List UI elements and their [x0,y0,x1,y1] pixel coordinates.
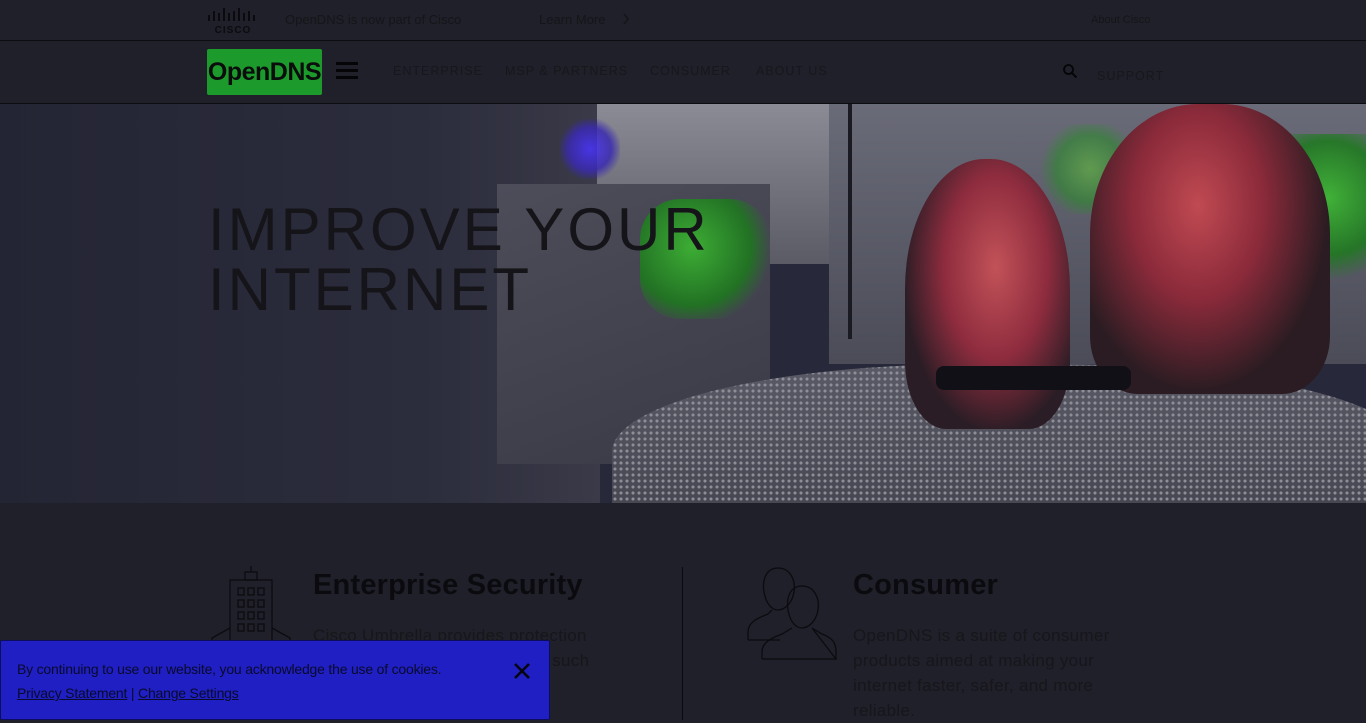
opendns-logo[interactable]: OpenDNS [207,49,322,95]
cookie-message: By continuing to use our website, you ac… [17,661,442,677]
hero-title-line-2: INTERNET [208,256,532,323]
hero-person-mother [1090,104,1330,394]
svg-text:CISCO: CISCO [215,25,252,35]
nav-item-about-us[interactable]: ABOUT US [756,64,828,78]
cookie-text: By continuing to use our website, you ac… [17,657,477,705]
hero-decor [560,119,620,179]
cookie-link-separator: | [127,685,139,701]
section-divider [682,567,683,720]
about-cisco-link[interactable]: About Cisco [1091,14,1150,26]
privacy-statement-link[interactable]: Privacy Statement [17,685,127,701]
change-settings-link[interactable]: Change Settings [138,685,239,701]
nav-item-enterprise[interactable]: ENTERPRISE [393,64,483,78]
chevron-right-icon[interactable] [622,13,630,25]
hamburger-icon[interactable] [336,62,358,80]
enterprise-title[interactable]: Enterprise Security [313,569,583,602]
people-icon [747,567,837,660]
cisco-logo[interactable]: CISCO [207,7,259,35]
nav-item-msp-partners[interactable]: MSP & PARTNERS [505,64,628,78]
hero-window-divider [848,104,852,339]
consumer-title[interactable]: Consumer [853,569,998,602]
nav-item-consumer[interactable]: CONSUMER [650,64,731,78]
hero-banner: IMPROVE YOUR INTERNET [0,104,1366,503]
nav-item-support[interactable]: SUPPORT [1097,69,1164,83]
main-nav: OpenDNS ENTERPRISE MSP & PARTNERS CONSUM… [0,41,1366,104]
topbar-message: OpenDNS is now part of Cisco [285,12,462,27]
cisco-top-bar: CISCO OpenDNS is now part of Cisco Learn… [0,0,1366,41]
learn-more-link[interactable]: Learn More [539,12,605,27]
hero-title-line-1: IMPROVE YOUR [208,196,710,263]
search-icon[interactable] [1062,63,1078,79]
close-icon[interactable] [512,661,532,681]
consumer-description: OpenDNS is a suite of consumer products … [853,626,1110,720]
hero-tablet [936,366,1131,390]
cookie-banner: By continuing to use our website, you ac… [0,640,550,720]
hero-title: IMPROVE YOUR INTERNET [208,200,710,320]
